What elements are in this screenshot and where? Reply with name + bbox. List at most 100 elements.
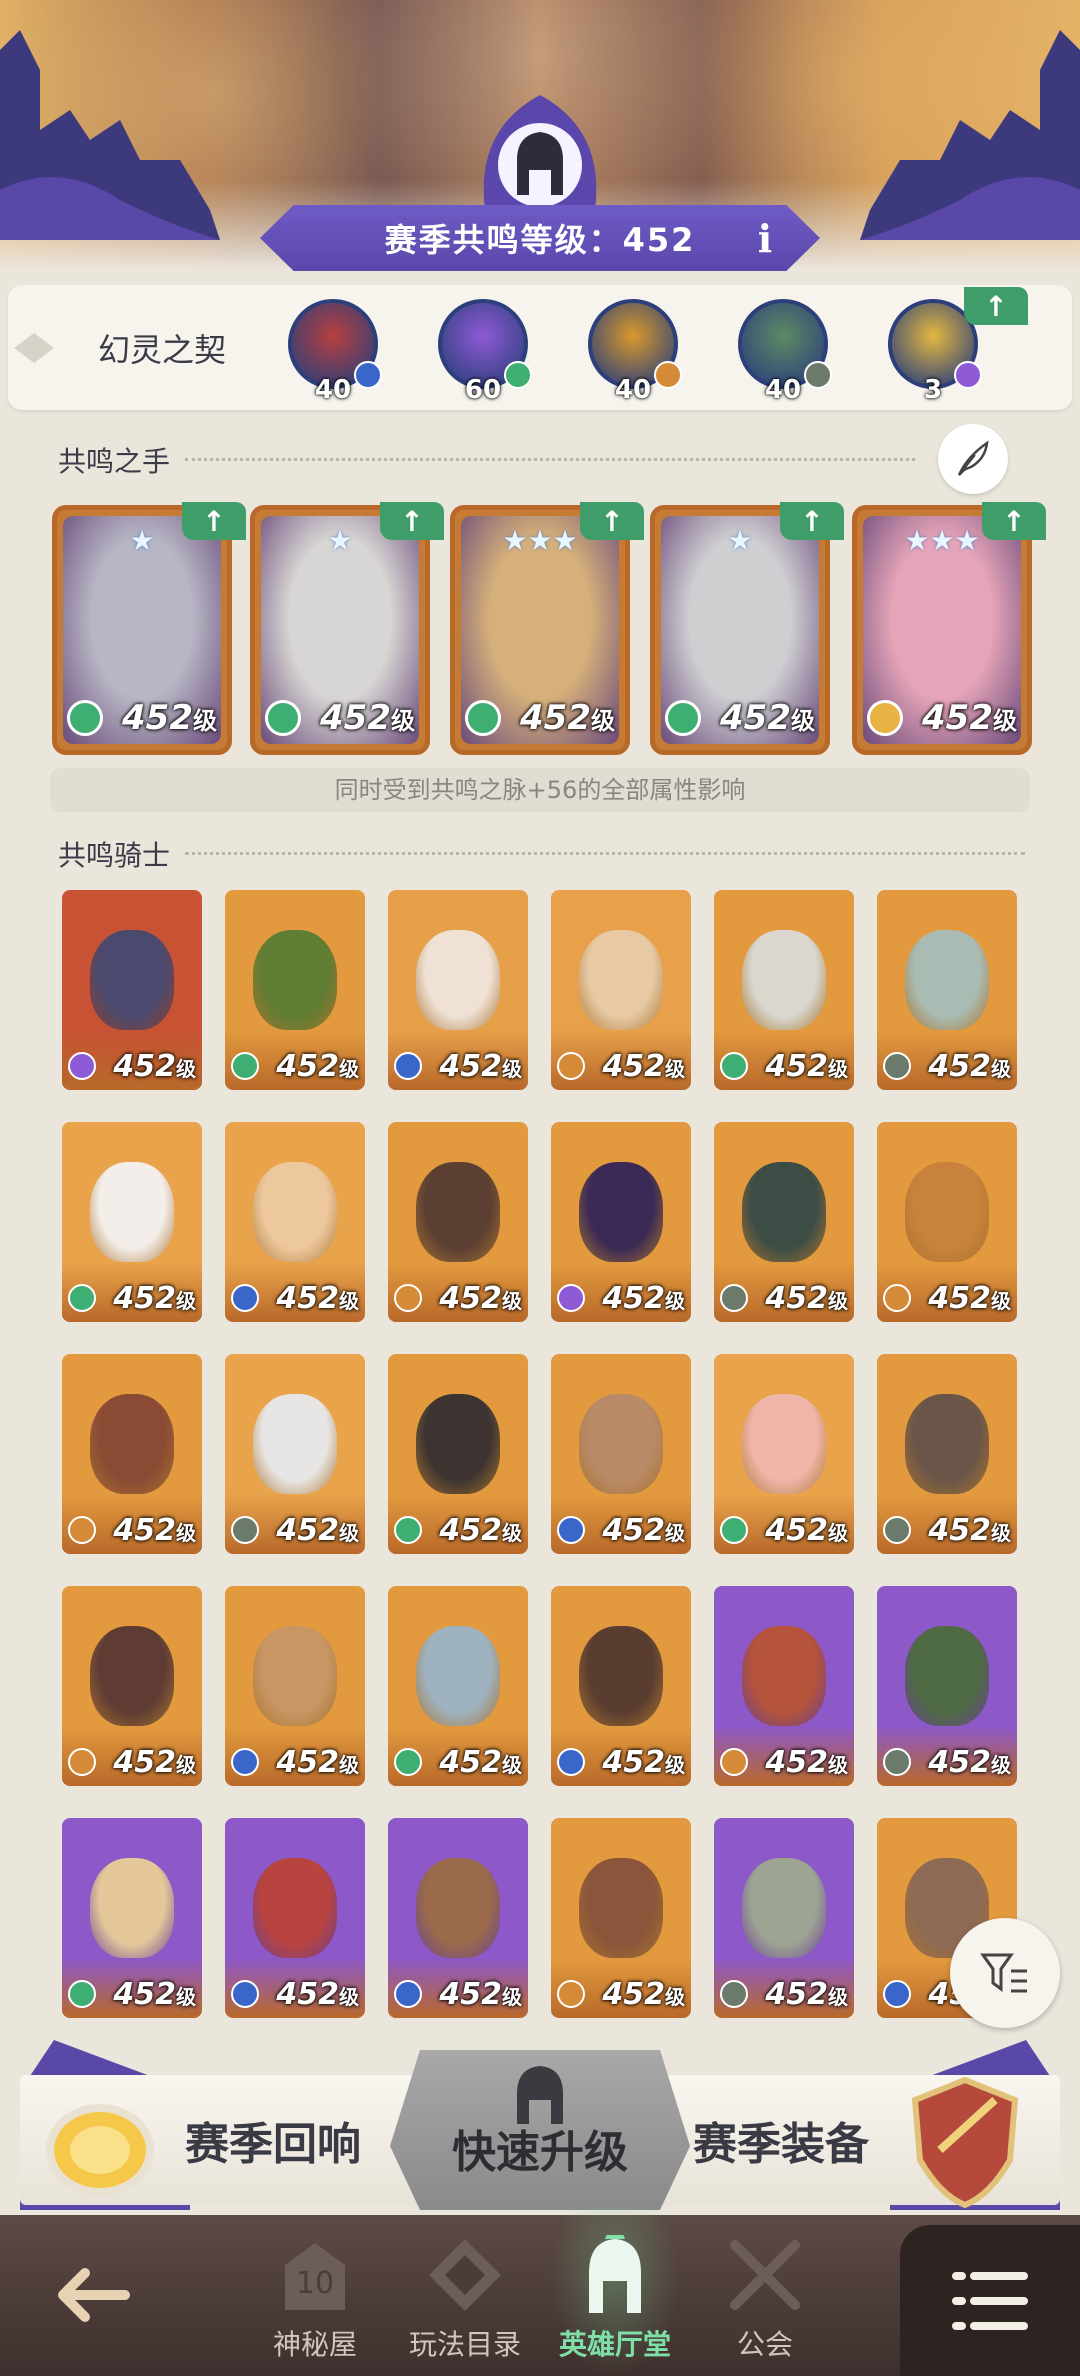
knight-card[interactable]: 452级 — [62, 1354, 202, 1554]
resonance-hands-title: 共鸣之手 — [58, 445, 171, 478]
knight-card[interactable]: 452级 — [388, 890, 528, 1090]
hero-level: 452级 — [122, 698, 217, 738]
hero-portrait — [416, 930, 500, 1030]
element-icon — [68, 1516, 96, 1544]
quick-upgrade-label: 快速升级 — [452, 2127, 628, 2178]
phantom-level: 40 — [314, 375, 352, 405]
feather-button[interactable] — [938, 424, 1008, 494]
season-equipment-button[interactable]: 赛季装备 — [693, 2108, 869, 2172]
hero-portrait — [253, 1162, 337, 1262]
element-icon — [557, 1748, 585, 1776]
resonance-hand-card[interactable]: ★★★ 452级 — [852, 505, 1032, 755]
hero-portrait — [90, 930, 174, 1030]
element-icon — [231, 1980, 259, 2008]
season-echo-button[interactable]: 赛季回响 — [185, 2108, 361, 2172]
phantom-portrait[interactable]: 40 — [278, 295, 388, 405]
filter-button[interactable] — [950, 1918, 1060, 2028]
knight-card[interactable]: 452级 — [225, 1122, 365, 1322]
phantom-portrait[interactable]: 3 ↑ — [878, 287, 1028, 405]
element-icon — [465, 700, 501, 736]
hero-level: 452级 — [439, 1049, 522, 1084]
knight-card[interactable]: 452级 — [225, 1354, 365, 1554]
hero-level: 452级 — [928, 1049, 1011, 1084]
hero-level: 452级 — [439, 1745, 522, 1780]
hero-level: 452级 — [276, 1049, 359, 1084]
knight-card[interactable]: 452级 — [714, 1586, 854, 1786]
knight-card[interactable]: 452级 — [551, 1122, 691, 1322]
phantom-level: 60 — [464, 375, 502, 405]
nav-mystery-house[interactable]: 10 神秘屋 — [240, 2215, 390, 2376]
phantom-portrait[interactable]: 40 — [728, 295, 838, 405]
knight-card[interactable]: 452级 — [877, 1586, 1017, 1786]
hero-portrait — [416, 1626, 500, 1726]
knight-card[interactable]: 452级 — [62, 1122, 202, 1322]
resonance-hand-card[interactable]: ★ 452级 — [52, 505, 232, 755]
svg-text:10: 10 — [296, 2266, 334, 2301]
hero-level: 452级 — [602, 1977, 685, 2012]
knight-card[interactable]: 452级 — [225, 890, 365, 1090]
knight-card[interactable]: 452级 — [225, 1818, 365, 2018]
resonance-hand-card[interactable]: ★ 452级 — [650, 505, 830, 755]
element-icon — [720, 1052, 748, 1080]
knight-card[interactable]: 452级 — [714, 1818, 854, 2018]
knight-card[interactable]: 452级 — [388, 1354, 528, 1554]
knight-card[interactable]: 452级 — [62, 1818, 202, 2018]
element-icon — [867, 700, 903, 736]
knight-card[interactable]: 452级 — [877, 890, 1017, 1090]
knight-card[interactable]: 452级 — [714, 890, 854, 1090]
element-icon — [720, 1516, 748, 1544]
hero-portrait — [416, 1162, 500, 1262]
knight-card[interactable]: 452级 — [714, 1122, 854, 1322]
knight-card[interactable]: 452级 — [388, 1586, 528, 1786]
knight-card[interactable]: 452级 — [714, 1354, 854, 1554]
hero-portrait — [253, 1394, 337, 1494]
element-icon — [68, 1284, 96, 1312]
hero-portrait — [416, 1394, 500, 1494]
hero-level: 452级 — [928, 1281, 1011, 1316]
knight-card[interactable]: 452级 — [551, 890, 691, 1090]
resonance-hand-card[interactable]: ★★★ 452级 — [450, 505, 630, 755]
nav-hero-hall[interactable]: 英雄厅堂 — [540, 2207, 690, 2376]
hero-level: 452级 — [602, 1049, 685, 1084]
resonance-hand-card[interactable]: ★ 452级 — [250, 505, 430, 755]
upgrade-arrow-badge: ↑ — [580, 502, 644, 540]
knight-card[interactable]: 452级 — [551, 1354, 691, 1554]
knight-card[interactable]: 452级 — [388, 1122, 528, 1322]
info-icon[interactable]: i — [740, 213, 790, 263]
phantom-portrait[interactable]: 40 — [578, 295, 688, 405]
phantom-portrait[interactable]: 60 — [428, 295, 538, 405]
phantom-level: 40 — [764, 375, 802, 405]
element-icon — [394, 1980, 422, 2008]
season-echo-orb-icon — [46, 2104, 154, 2196]
diamond-decoration-icon — [14, 333, 54, 363]
element-icon — [883, 1748, 911, 1776]
knight-card[interactable]: 452级 — [551, 1586, 691, 1786]
element-icon — [557, 1516, 585, 1544]
hero-level: 452级 — [765, 1281, 848, 1316]
nav-label: 英雄厅堂 — [558, 2328, 671, 2361]
hero-level: 452级 — [276, 1513, 359, 1548]
knight-card[interactable]: 452级 — [225, 1586, 365, 1786]
menu-button[interactable] — [900, 2225, 1080, 2376]
hero-portrait — [90, 1394, 174, 1494]
knight-card[interactable]: 452级 — [62, 1586, 202, 1786]
knight-card[interactable]: 452级 — [877, 1122, 1017, 1322]
nav-label: 神秘屋 — [272, 2328, 357, 2361]
back-arrow-icon[interactable] — [45, 2245, 145, 2345]
hero-level: 452级 — [113, 1049, 196, 1084]
nav-gameplay-catalog[interactable]: 玩法目录 — [390, 2215, 540, 2376]
nav-guild[interactable]: 公会 — [690, 2215, 840, 2376]
knight-card[interactable]: 452级 — [551, 1818, 691, 2018]
knight-card[interactable]: 452级 — [388, 1818, 528, 2018]
knight-card[interactable]: 452级 — [877, 1354, 1017, 1554]
hero-portrait — [742, 930, 826, 1030]
quick-upgrade-button[interactable]: 快速升级 — [390, 2050, 690, 2210]
hero-level: 452级 — [113, 1745, 196, 1780]
element-icon — [883, 1284, 911, 1312]
hero-portrait — [905, 1394, 989, 1494]
hero-level: 452级 — [520, 698, 615, 738]
knight-card[interactable]: 452级 — [62, 890, 202, 1090]
resonance-knights-title: 共鸣骑士 — [58, 839, 171, 872]
hero-level: 452级 — [765, 1513, 848, 1548]
guild-crossed-swords-icon — [730, 2240, 800, 2310]
